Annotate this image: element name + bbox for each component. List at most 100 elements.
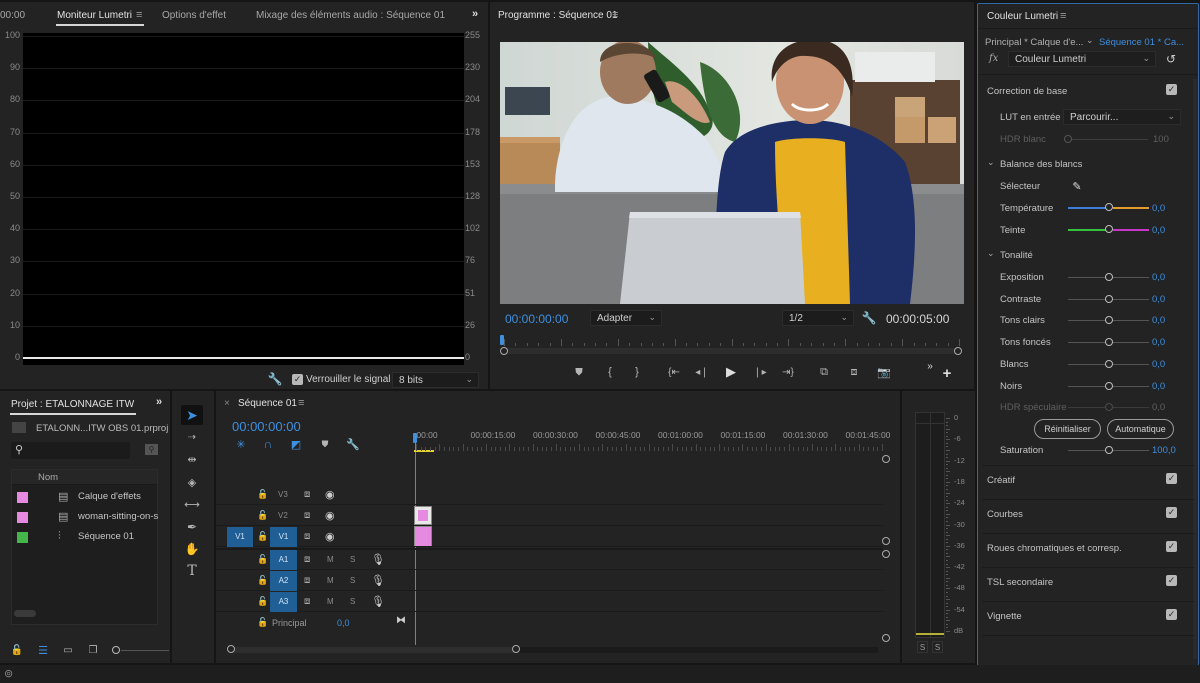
source-patch-v1[interactable]: V1 <box>227 527 253 547</box>
tab-audio-clip-mixer[interactable]: Mixage des éléments audio : Séquence 01 <box>256 10 445 21</box>
program-monitor-title[interactable]: Programme : Séquence 01 <box>498 10 618 21</box>
reset-effect-icon[interactable]: ↺ <box>1164 52 1178 66</box>
master-volume-value[interactable]: 0,0 <box>337 618 350 628</box>
effect-select[interactable]: Couleur Lumetri ⌄ <box>1008 51 1156 67</box>
solo-button[interactable]: S <box>350 597 355 606</box>
section-header[interactable]: Roues chromatiques et corresp. <box>987 543 1122 554</box>
current-timecode[interactable]: 00:00:00:00 <box>505 312 568 326</box>
auto-button[interactable]: Automatique <box>1107 419 1174 439</box>
add-button-icon[interactable]: + <box>940 365 954 382</box>
tone-slider-knob[interactable] <box>1105 359 1113 368</box>
track-lock-icon[interactable]: 🔓 <box>257 531 268 542</box>
tint-track-magenta[interactable] <box>1113 229 1149 231</box>
mark-in-icon[interactable]: { <box>603 365 617 379</box>
track-target-a1[interactable]: A1 <box>270 550 297 570</box>
project-item-name[interactable]: Séquence 01 <box>78 531 134 542</box>
wrench-icon[interactable]: 🔧 <box>862 311 877 325</box>
project-tab[interactable]: Projet : ETALONNAGE ITW OBS <box>11 399 137 410</box>
tone-slider-value[interactable]: 0,0 <box>1152 381 1165 392</box>
new-search-bin-icon[interactable]: ⚲ <box>145 444 158 455</box>
mute-button[interactable]: M <box>327 576 334 585</box>
tone-slider-knob[interactable] <box>1105 338 1113 347</box>
column-name-header[interactable]: Nom <box>38 472 58 483</box>
go-to-out-icon[interactable]: ⇥} <box>780 365 796 379</box>
horizontal-scrollbar[interactable] <box>14 610 36 617</box>
h-scroll-handle-left[interactable] <box>227 645 235 653</box>
pen-icon[interactable]: ✒ <box>183 519 201 535</box>
overflow-chevron-icon[interactable]: » <box>156 396 162 408</box>
project-item-name[interactable]: woman-sitting-on-s <box>78 511 158 522</box>
bit-depth-select[interactable]: 8 bits ⌄ <box>392 372 479 388</box>
sync-lock-icon[interactable]: ⧈ <box>304 554 310 565</box>
linked-selection-icon[interactable]: ◩ <box>289 437 303 451</box>
sync-lock-icon[interactable]: ⧈ <box>304 575 310 586</box>
track-target-a2[interactable]: A2 <box>270 571 297 591</box>
eye-icon[interactable]: ◉ <box>325 488 335 501</box>
tint-knob[interactable] <box>1105 225 1113 233</box>
tone-slider-knob[interactable] <box>1105 316 1113 325</box>
microphone-icon[interactable]: 🎙 <box>371 595 385 608</box>
icon-view-icon[interactable]: ▭ <box>62 644 74 656</box>
master-clip-select[interactable]: Principal * Calque d'e... <box>985 37 1083 48</box>
close-tab-icon[interactable]: × <box>224 398 230 409</box>
video-scroll-handle-bottom[interactable] <box>882 537 890 545</box>
wrench-icon[interactable]: 🔧 <box>268 372 283 386</box>
add-marker-icon[interactable]: ⛊ <box>318 437 332 451</box>
track-target-v3[interactable]: V3 <box>278 490 288 499</box>
tone-slider-value[interactable]: 0,0 <box>1152 359 1165 370</box>
clamp-signal-checkbox[interactable]: ✓ <box>292 374 303 385</box>
zoom-scrollbar[interactable] <box>504 348 959 354</box>
export-frame-icon[interactable]: 📷 <box>876 365 892 379</box>
basic-correction-checkbox[interactable]: ✓ <box>1166 84 1177 95</box>
track-lock-icon[interactable]: 🔓 <box>257 554 268 565</box>
reset-button[interactable]: Réinitialiser <box>1034 419 1101 439</box>
slip-icon[interactable]: ⟷ <box>183 496 201 512</box>
overwrite-icon[interactable]: ⧈ <box>846 365 862 379</box>
tone-slider-knob[interactable] <box>1105 381 1113 390</box>
panel-menu-icon[interactable]: ≡ <box>1060 10 1066 22</box>
track-lock-icon[interactable]: 🔓 <box>257 489 268 500</box>
go-to-in-icon[interactable]: {⇤ <box>666 365 682 379</box>
sync-lock-icon[interactable]: ⧈ <box>304 489 310 500</box>
h-scroll-handle-right[interactable] <box>512 645 520 653</box>
section-header[interactable]: Vignette <box>987 611 1022 622</box>
label-color-swatch[interactable] <box>17 532 28 543</box>
playback-resolution-select[interactable]: 1/2 ⌄ <box>782 310 854 326</box>
chevron-down-icon[interactable]: ⌄ <box>1086 35 1094 46</box>
solo-left-button[interactable]: S <box>917 641 928 653</box>
timeline-h-scroll-thumb[interactable] <box>230 647 518 653</box>
sequence-tab[interactable]: Séquence 01 <box>238 398 297 409</box>
zoom-slider-knob[interactable] <box>112 646 120 654</box>
chevron-down-icon[interactable]: ⌄ <box>987 157 995 168</box>
white-balance-header[interactable]: Balance des blancs <box>1000 159 1082 170</box>
project-item-name[interactable]: Calque d'effets <box>78 491 141 502</box>
solo-right-button[interactable]: S <box>932 641 943 653</box>
nest-icon[interactable]: ✳ <box>234 437 248 451</box>
razor-icon[interactable]: ◈ <box>183 474 201 490</box>
input-lut-select[interactable]: Parcourir... ⌄ <box>1063 109 1181 125</box>
insert-icon[interactable]: ⧉ <box>816 365 832 379</box>
saturation-knob[interactable] <box>1105 446 1113 454</box>
freeform-view-icon[interactable]: ❐ <box>85 644 101 656</box>
overflow-chevron-icon[interactable]: » <box>472 8 478 20</box>
tint-track-green[interactable] <box>1068 229 1108 231</box>
section-enable-checkbox[interactable]: ✓ <box>1166 609 1177 620</box>
track-select-forward-icon[interactable]: ⇢ <box>183 429 201 445</box>
add-marker-icon[interactable]: ⛊ <box>572 365 586 379</box>
zoom-handle-right[interactable] <box>954 347 962 355</box>
scrollbar[interactable] <box>1193 79 1197 659</box>
time-ruler[interactable] <box>504 338 960 346</box>
tone-slider-value[interactable]: 0,0 <box>1152 337 1165 348</box>
lumetri-color-title[interactable]: Couleur Lumetri <box>987 11 1058 22</box>
zoom-level-select[interactable]: Adapter ⌄ <box>590 310 662 326</box>
panel-menu-icon[interactable]: ≡ <box>136 9 142 21</box>
saturation-value[interactable]: 100,0 <box>1152 445 1176 456</box>
track-lock-icon[interactable]: 🔓 <box>257 617 268 628</box>
selection-tool[interactable]: ➤ <box>181 405 203 425</box>
track-lock-icon[interactable]: 🔓 <box>257 575 268 586</box>
temperature-value[interactable]: 0,0 <box>1152 203 1165 214</box>
track-target-v1[interactable]: V1 <box>270 527 297 547</box>
section-enable-checkbox[interactable]: ✓ <box>1166 507 1177 518</box>
temperature-track-cool[interactable] <box>1068 207 1108 209</box>
hand-icon[interactable]: ✋ <box>183 541 201 557</box>
